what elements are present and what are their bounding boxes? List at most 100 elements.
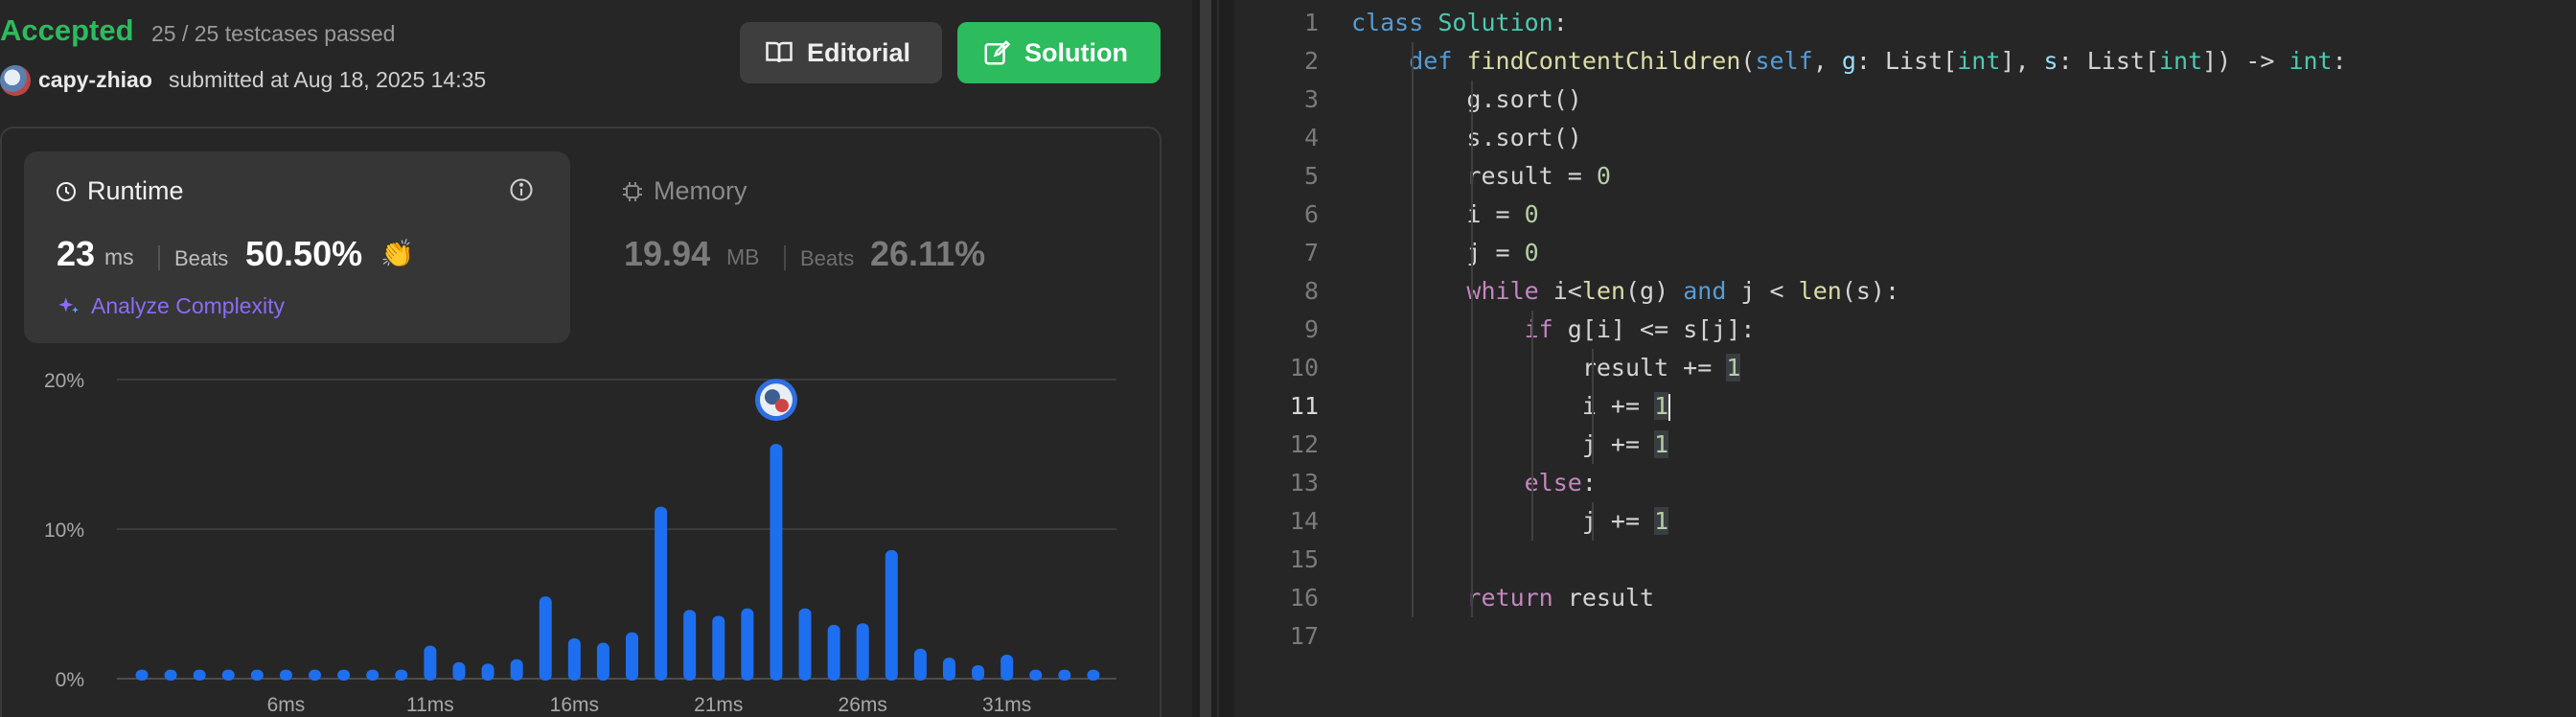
line-number: 14: [1289, 507, 1319, 535]
code-line[interactable]: g.sort(): [1351, 81, 1581, 119]
line-number: 6: [1303, 200, 1319, 228]
chart-bar[interactable]: [366, 669, 380, 681]
line-number: 2: [1303, 47, 1319, 75]
x-tick-label: 21ms: [694, 694, 743, 716]
code-line[interactable]: result += 1: [1351, 349, 1741, 387]
line-number: 11: [1289, 392, 1319, 420]
chart-bar[interactable]: [164, 669, 177, 681]
chart-bar[interactable]: [510, 659, 523, 681]
line-number: 8: [1303, 277, 1319, 305]
chart-bar[interactable]: [596, 642, 610, 681]
chart-bar[interactable]: [913, 648, 927, 681]
chart-bar[interactable]: [798, 608, 812, 681]
code-line[interactable]: else:: [1351, 464, 1597, 502]
runtime-beats-pct: 50.50%: [245, 234, 363, 273]
memory-beats-label: Beats: [800, 246, 855, 270]
code-line[interactable]: def findContentChildren(self, g: List[in…: [1351, 42, 2346, 81]
line-number: 9: [1303, 315, 1319, 343]
chart-bar[interactable]: [424, 645, 437, 681]
code-line[interactable]: i += 1: [1351, 387, 1671, 426]
chart-bar[interactable]: [1000, 655, 1014, 681]
code-line[interactable]: class Solution:: [1351, 4, 1568, 42]
testcases-passed: 25 / 25 testcases passed: [151, 21, 396, 46]
chart-bar[interactable]: [452, 661, 466, 681]
line-number: 1: [1303, 9, 1319, 36]
chart-bar[interactable]: [539, 596, 552, 681]
chart-bar[interactable]: [395, 669, 408, 681]
x-tick-label: 11ms: [406, 694, 454, 716]
runtime-value: 23: [57, 234, 96, 273]
chart-bar[interactable]: [567, 637, 581, 681]
runtime-title: Runtime: [55, 176, 184, 206]
code-line[interactable]: return result: [1351, 579, 1654, 617]
chart-bar[interactable]: [279, 669, 292, 681]
code-line[interactable]: j += 1: [1351, 502, 1669, 541]
divider: [784, 245, 786, 270]
memory-unit: MB: [726, 244, 760, 269]
chart-bar[interactable]: [193, 669, 206, 681]
edit-icon: [984, 39, 1011, 65]
chart-bar[interactable]: [1029, 669, 1043, 681]
line-number: 17: [1289, 622, 1319, 650]
chart-bar[interactable]: [221, 669, 235, 681]
solution-button[interactable]: Solution: [957, 22, 1161, 83]
line-number: 3: [1303, 85, 1319, 113]
editorial-label: Editorial: [807, 37, 911, 67]
solution-label: Solution: [1024, 37, 1128, 67]
chart-bar[interactable]: [972, 664, 985, 681]
divider-line: [1217, 0, 1219, 717]
code-line[interactable]: i = 0: [1351, 196, 1538, 234]
chart-bar[interactable]: [712, 615, 725, 681]
divider: [158, 245, 160, 270]
info-icon[interactable]: [508, 176, 535, 203]
clock-icon: [57, 181, 76, 201]
avatar[interactable]: [0, 65, 31, 96]
submitted-time: submitted at Aug 18, 2025 14:35: [169, 67, 487, 92]
sparkle-icon: [58, 296, 79, 312]
chart-bar[interactable]: [1087, 669, 1100, 681]
chart-bar[interactable]: [827, 624, 840, 681]
code-line[interactable]: s.sort(): [1351, 119, 1581, 157]
resize-handle[interactable]: [1200, 0, 1211, 717]
panel-divider[interactable]: [1192, 0, 1234, 717]
chart-bar[interactable]: [770, 444, 783, 681]
chart-bar[interactable]: [626, 632, 638, 681]
y-tick-label: 20%: [44, 370, 84, 392]
line-number: 7: [1303, 239, 1319, 266]
indent-guide: [1412, 42, 1414, 617]
chart-bar[interactable]: [856, 623, 869, 681]
line-number: 4: [1303, 124, 1319, 151]
username-link[interactable]: capy-zhiao: [38, 67, 152, 93]
chart-bar[interactable]: [337, 669, 351, 681]
line-number: 13: [1289, 469, 1319, 497]
chart-bar[interactable]: [683, 610, 697, 681]
code-line[interactable]: while i<len(g) and j < len(s):: [1351, 272, 1899, 311]
editorial-button[interactable]: Editorial: [740, 22, 942, 83]
status-label: Accepted: [0, 13, 134, 47]
analyze-complexity-link[interactable]: Analyze Complexity: [57, 293, 285, 319]
code-editor[interactable]: 1 class Solution: 2 def findContentChildre…: [1234, 0, 2576, 717]
code-line[interactable]: j = 0: [1351, 234, 1538, 272]
memory-value: 19.94: [624, 234, 711, 273]
chart-bar[interactable]: [309, 669, 322, 681]
book-icon: [766, 41, 793, 63]
chart-bar[interactable]: [135, 669, 149, 681]
chart-bar[interactable]: [655, 506, 668, 681]
submission-panel: Accepted 25 / 25 testcases passed capy-z…: [0, 0, 1192, 717]
code-line[interactable]: j += 1: [1351, 426, 1669, 464]
y-tick-label: 10%: [44, 520, 84, 542]
y-tick-label: 0%: [56, 669, 84, 691]
chip-icon: [623, 181, 642, 201]
chart-bar[interactable]: [481, 663, 494, 681]
chart-bar[interactable]: [250, 669, 264, 681]
runtime-card[interactable]: Runtime 23 ms Beats 50.50% 👏 Analyze Com…: [24, 151, 570, 343]
user-marker-avatar[interactable]: [754, 379, 797, 422]
chart-bar[interactable]: [1058, 669, 1071, 681]
code-line[interactable]: result = 0: [1351, 157, 1611, 196]
runtime-distribution-chart[interactable]: 0% 10% 20% 6ms 11ms 16ms 21ms 26ms 31ms: [0, 355, 1192, 717]
memory-tab[interactable]: Memory: [621, 176, 748, 206]
line-number: 12: [1289, 430, 1319, 458]
chart-bar[interactable]: [885, 549, 898, 681]
chart-bar[interactable]: [942, 658, 955, 681]
chart-bar[interactable]: [741, 608, 754, 681]
